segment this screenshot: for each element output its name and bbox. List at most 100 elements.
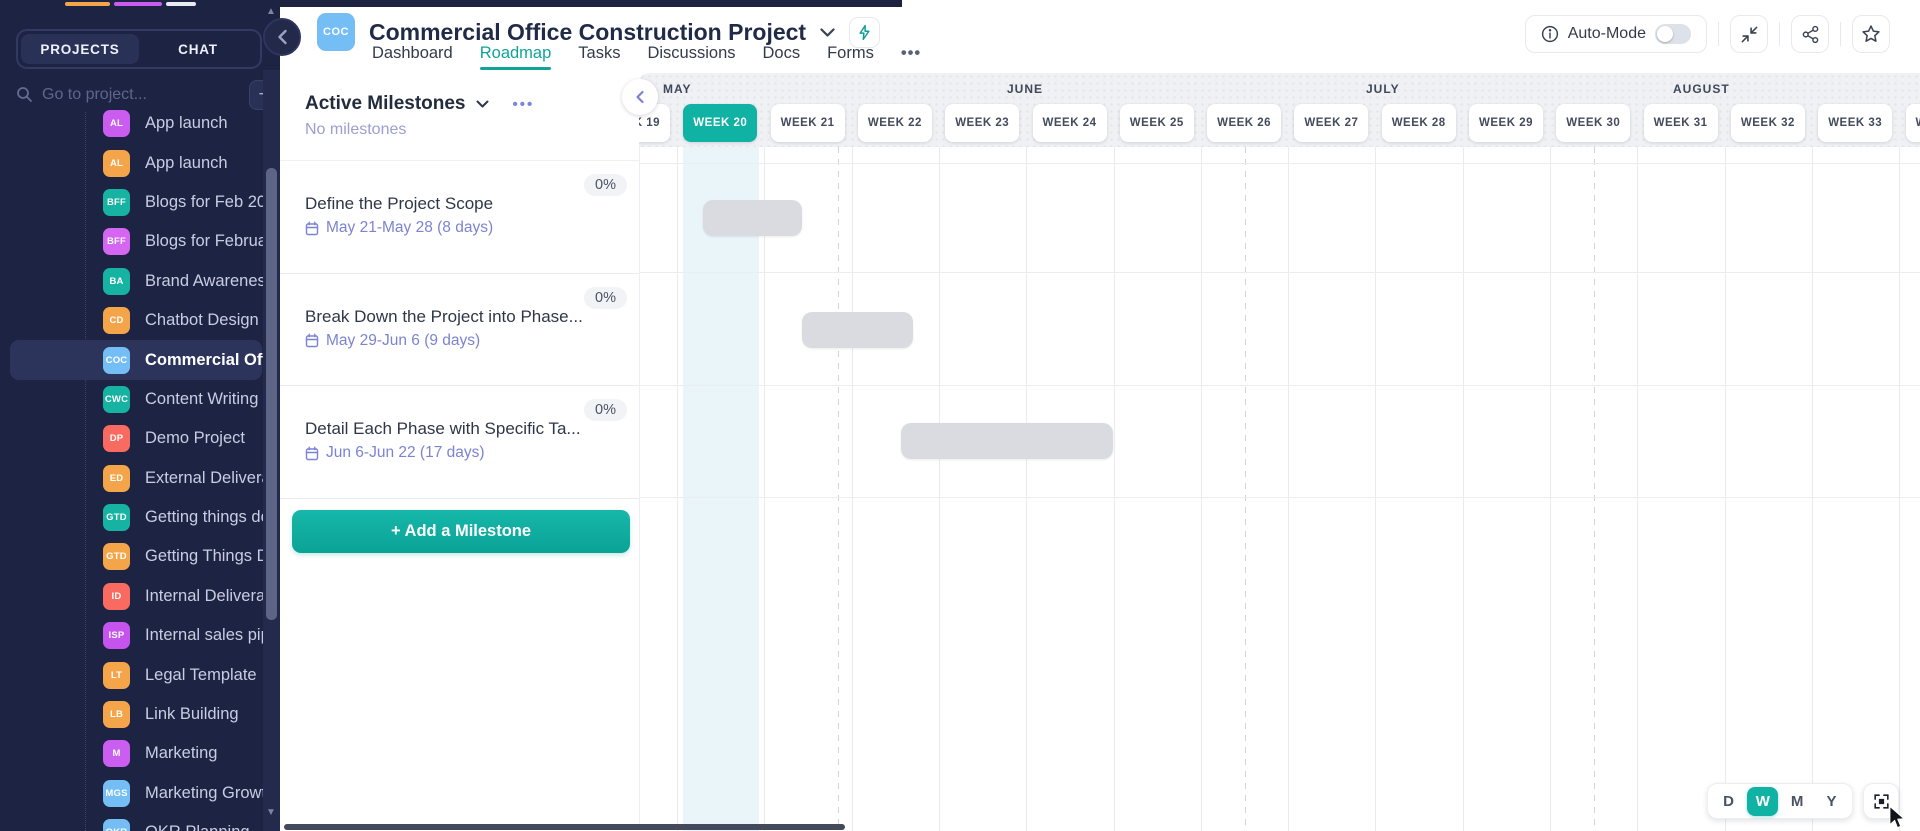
milestones-menu-icon[interactable]: •••: [513, 96, 535, 113]
nav-tab[interactable]: Discussions: [647, 44, 735, 70]
project-name: Content Writing Cale...: [145, 390, 280, 409]
calendar-icon: [305, 221, 319, 236]
project-name: Getting Things Done...: [145, 547, 280, 566]
progress-badge: 0%: [584, 399, 627, 421]
chevron-down-icon[interactable]: [476, 100, 489, 108]
clipped-top-row: [65, 2, 110, 6]
nav-tab[interactable]: Dashboard: [372, 44, 453, 70]
view-option-button[interactable]: D: [1713, 787, 1744, 816]
scroll-down-icon[interactable]: ▼: [266, 807, 276, 818]
sidebar-project-item[interactable]: DP Demo Project: [0, 419, 280, 458]
view-option-button[interactable]: Y: [1816, 787, 1847, 816]
auto-mode-button[interactable]: Auto-Mode: [1525, 15, 1707, 53]
month-label: AUGUST: [1673, 82, 1730, 96]
share-button[interactable]: [1791, 15, 1829, 53]
milestones-panel-title[interactable]: Active Milestones: [305, 93, 466, 115]
project-name: Marketing: [145, 744, 217, 763]
sidebar-project-item[interactable]: CD Chatbot Design: [0, 301, 280, 340]
sidebar-project-item[interactable]: AL App launch: [0, 143, 280, 182]
chevron-down-icon[interactable]: [820, 28, 835, 37]
week-chip[interactable]: WEEK 27: [1294, 104, 1368, 142]
nav-tab-more[interactable]: •••: [901, 44, 921, 70]
horizontal-scrollbar-thumb[interactable]: [284, 824, 845, 830]
week-chip[interactable]: WEEK 24: [1033, 104, 1107, 142]
tab-chat[interactable]: CHAT: [139, 34, 257, 64]
sidebar-collapse-button[interactable]: [263, 18, 301, 56]
nav-tab[interactable]: Forms: [827, 44, 874, 70]
progress-badge: 0%: [584, 287, 627, 309]
sidebar-project-item[interactable]: M Marketing: [0, 734, 280, 773]
week-chip[interactable]: WEEK 23: [945, 104, 1019, 142]
sidebar-project-item[interactable]: GTD Getting things done: [0, 498, 280, 537]
divider: [1718, 22, 1719, 46]
week-chip[interactable]: WEEK 25: [1120, 104, 1194, 142]
sidebar-project-item[interactable]: MGS Marketing Growth St...: [0, 774, 280, 813]
sidebar-project-item[interactable]: COC Commercial Office ...: [10, 340, 262, 379]
week-chip[interactable]: WEEK 31: [1644, 104, 1718, 142]
month-boundary-line: [1594, 147, 1595, 831]
quick-actions-button[interactable]: [849, 17, 880, 48]
auto-mode-toggle[interactable]: [1655, 24, 1691, 44]
week-chip[interactable]: WEEK 26: [1207, 104, 1281, 142]
project-avatar: LT: [103, 662, 130, 689]
timeline-scroll-left-button[interactable]: [622, 79, 658, 115]
milestone-dates: May 29-Jun 6 (9 days): [305, 332, 480, 350]
week-gridline: [764, 147, 765, 831]
nav-tab[interactable]: Tasks: [578, 44, 620, 70]
project-avatar: ED: [103, 465, 130, 492]
sidebar-scrollbar-thumb[interactable]: [266, 168, 277, 620]
chevron-left-icon: [277, 29, 288, 45]
sidebar-project-item[interactable]: GTD Getting Things Done...: [0, 537, 280, 576]
sidebar-project-item[interactable]: CWC Content Writing Cale...: [0, 380, 280, 419]
collapse-view-button[interactable]: [1730, 15, 1768, 53]
app-window: ··········· ··········· PROJECTS CHAT + …: [0, 0, 1920, 831]
sidebar-project-item[interactable]: BFF Blogs for Feb 2024: [0, 183, 280, 222]
week-chip[interactable]: WEEK 29: [1469, 104, 1543, 142]
milestone-dates-text: May 29-Jun 6 (9 days): [326, 332, 480, 350]
week-chip[interactable]: WEEK 32: [1731, 104, 1805, 142]
auto-mode-label: Auto-Mode: [1568, 25, 1646, 43]
project-name: Internal sales pipeline: [145, 626, 280, 645]
project-avatar: GTD: [103, 543, 130, 570]
week-chip[interactable]: WEEK 20: [683, 104, 757, 142]
week-chip[interactable]: WEEK 21: [771, 104, 845, 142]
tab-projects[interactable]: PROJECTS: [21, 34, 139, 64]
milestone-dates: Jun 6-Jun 22 (17 days): [305, 444, 485, 462]
view-option-button[interactable]: M: [1782, 787, 1813, 816]
view-option-button[interactable]: W: [1747, 787, 1778, 816]
lightning-icon: [857, 24, 872, 41]
add-milestone-button[interactable]: + Add a Milestone: [292, 510, 630, 553]
sidebar-project-item[interactable]: ED External Deliverables: [0, 459, 280, 498]
project-avatar: BA: [103, 268, 130, 295]
milestone-bar[interactable]: [901, 423, 1113, 459]
week-chip[interactable]: WEEK 30: [1556, 104, 1630, 142]
timeline-header: MAYJUNEJULYAUGUST WEEK 19WEEK 20WEEK 21W…: [639, 73, 1920, 147]
milestone-bar[interactable]: [703, 200, 802, 236]
week-chip[interactable]: WEEK 28: [1382, 104, 1456, 142]
week-gridline: [1026, 147, 1027, 831]
milestone-bar[interactable]: [802, 312, 913, 348]
project-name: Demo Project: [145, 429, 245, 448]
favorite-button[interactable]: [1852, 15, 1890, 53]
scroll-up-icon[interactable]: ▲: [266, 6, 276, 17]
week-gridline: [1725, 147, 1726, 831]
week-chip[interactable]: WEEK 22: [858, 104, 932, 142]
nav-tab[interactable]: Docs: [763, 44, 801, 70]
milestone-row[interactable]: 0% Detail Each Phase with Specific Ta...…: [280, 386, 639, 499]
month-boundary-line: [838, 147, 839, 831]
sidebar-project-item[interactable]: ISP Internal sales pipeline: [0, 616, 280, 655]
sidebar-project-item[interactable]: OKR OKR Planning: [0, 813, 280, 831]
sidebar-project-item[interactable]: BA Brand Awareness: [0, 262, 280, 301]
search-input[interactable]: [42, 86, 249, 104]
sidebar-project-item[interactable]: ID Internal Deliverables: [0, 577, 280, 616]
sidebar-project-item[interactable]: LB Link Building: [0, 695, 280, 734]
fullscreen-button[interactable]: [1863, 783, 1899, 819]
nav-tab[interactable]: Roadmap: [480, 44, 552, 70]
sidebar-project-item[interactable]: AL App launch: [0, 104, 280, 143]
sidebar-project-item[interactable]: LT Legal Template: [0, 655, 280, 694]
milestone-row[interactable]: 0% Define the Project Scope May 21-May 2…: [280, 161, 639, 274]
sidebar-project-item[interactable]: BFF Blogs for February 2...: [0, 222, 280, 261]
week-chip[interactable]: WEEK 34: [1906, 104, 1920, 142]
week-chip[interactable]: WEEK 33: [1818, 104, 1892, 142]
milestone-row[interactable]: 0% Break Down the Project into Phase... …: [280, 274, 639, 387]
